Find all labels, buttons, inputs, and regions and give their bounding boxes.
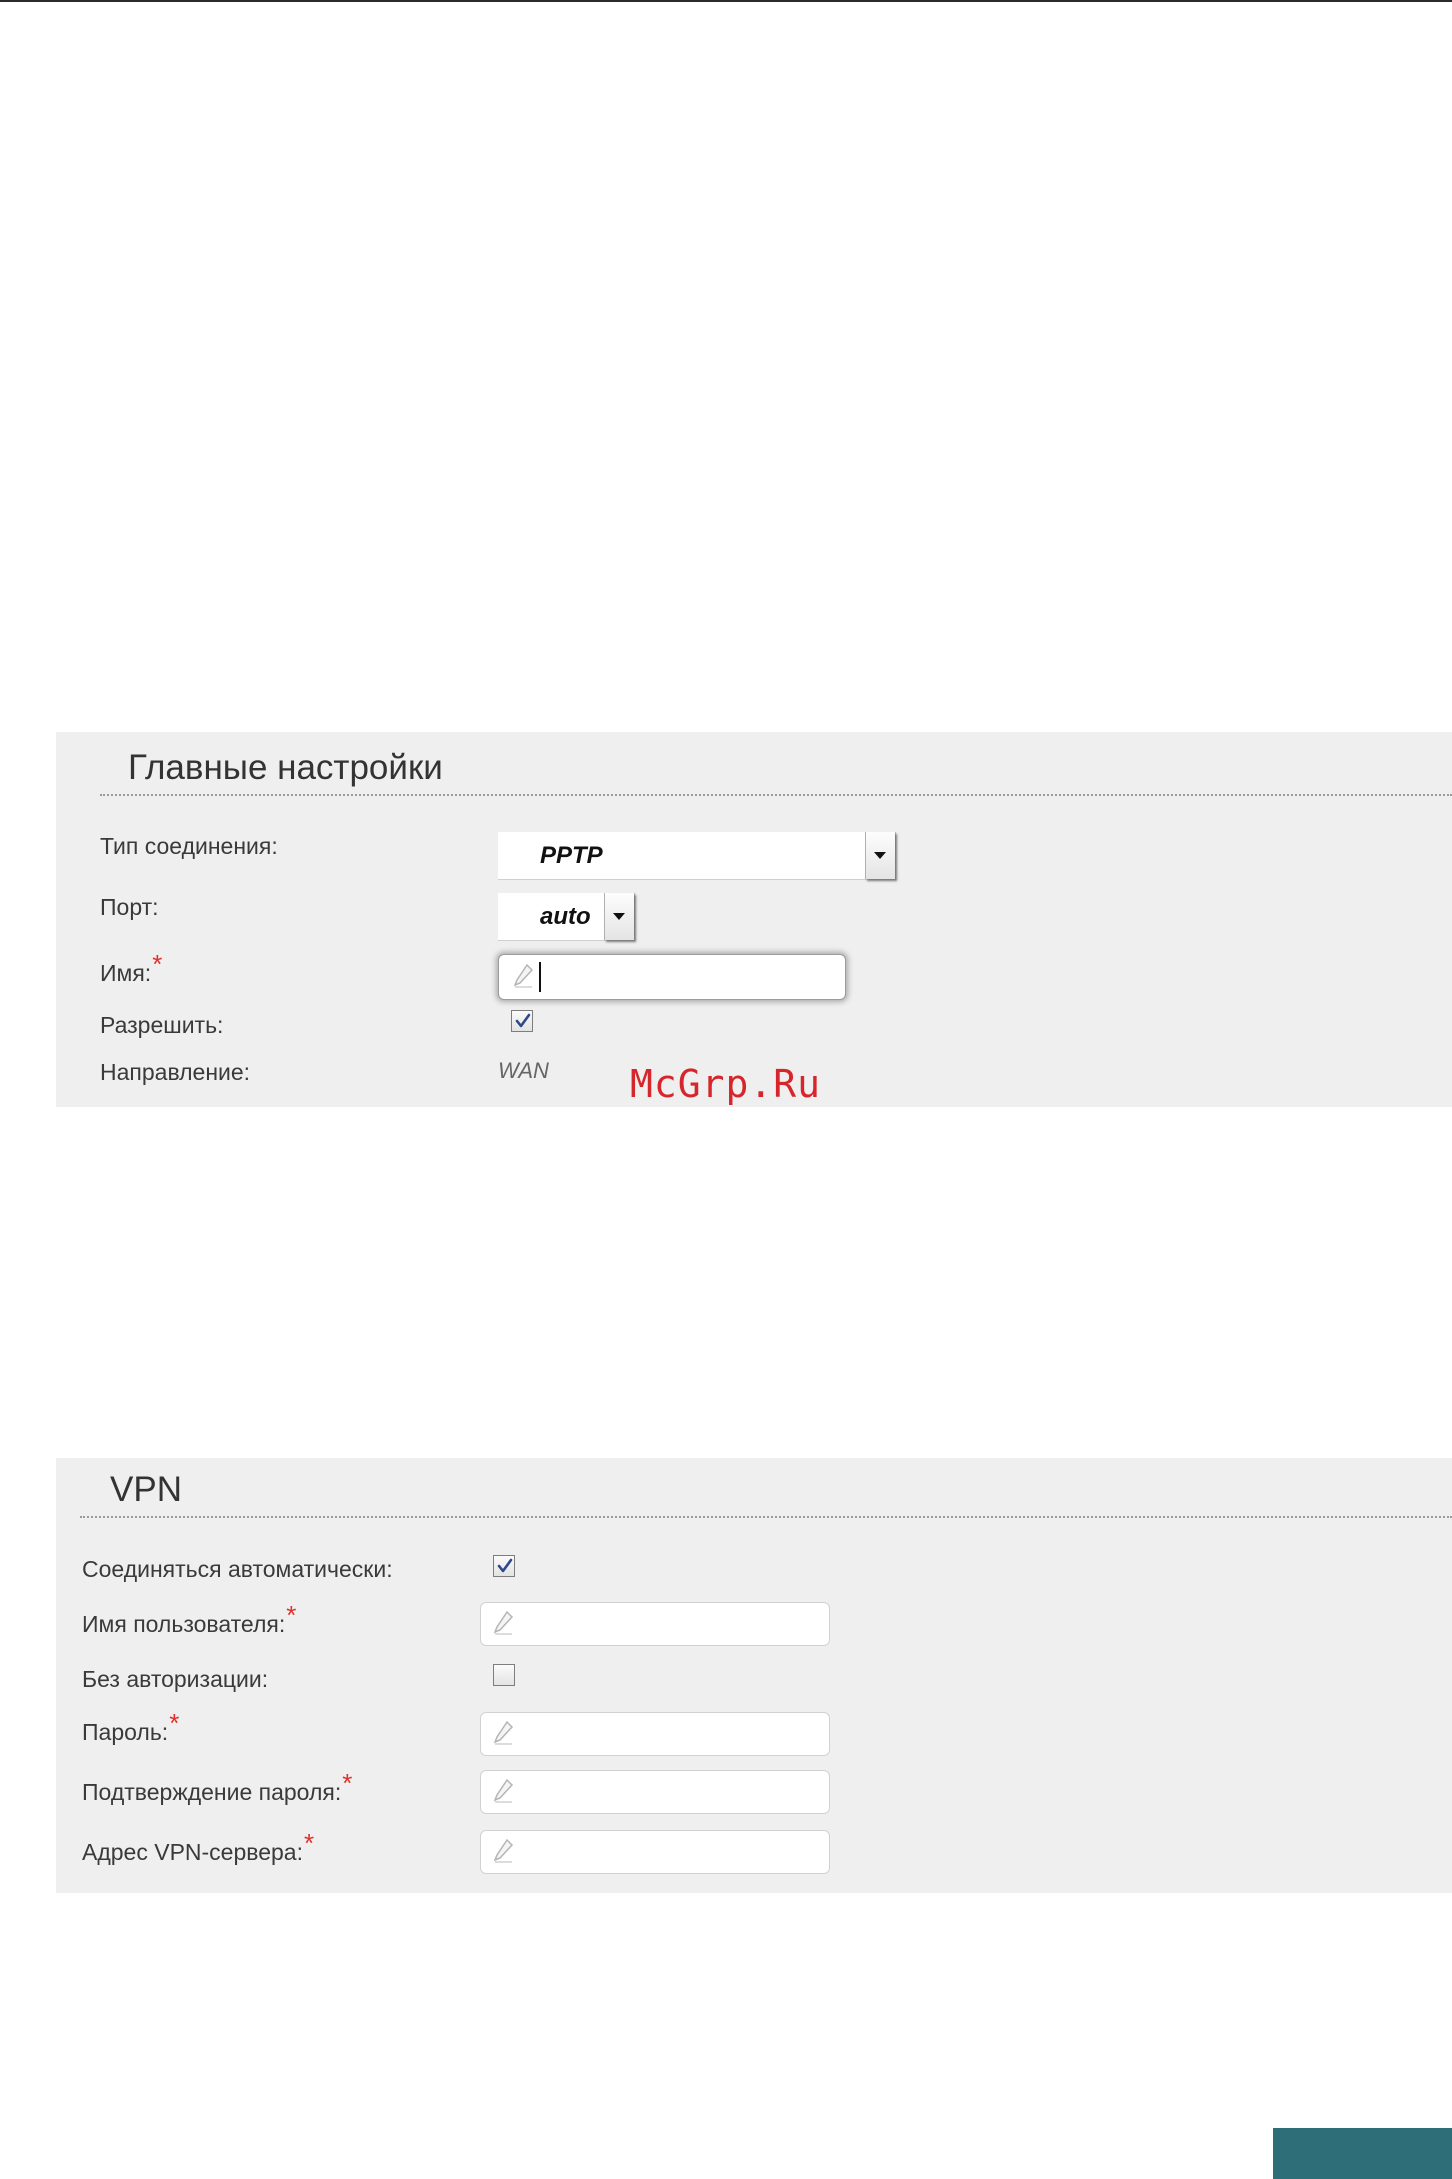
connection-type-dropdown-button[interactable] — [865, 832, 895, 879]
enable-label: Разрешить: — [100, 1012, 224, 1038]
password-confirm-label-text: Подтверждение пароля: — [82, 1779, 342, 1805]
main-settings-title: Главные настройки — [128, 748, 443, 787]
name-input[interactable] — [498, 954, 846, 1000]
checkmark-icon — [497, 1558, 513, 1573]
watermark-text: McGrp.Ru — [630, 1062, 822, 1106]
no-auth-checkbox[interactable] — [493, 1664, 515, 1686]
username-input[interactable] — [480, 1602, 830, 1646]
password-input[interactable] — [480, 1712, 830, 1756]
chevron-down-icon — [613, 913, 625, 920]
required-marker: * — [169, 1708, 180, 1738]
password-confirm-label: Подтверждение пароля:* — [82, 1768, 352, 1807]
server-address-label: Адрес VPN-сервера:* — [82, 1828, 314, 1867]
direction-label: Направление: — [100, 1059, 251, 1085]
section-divider — [80, 1516, 1452, 1518]
server-address-label-text: Адрес VPN-сервера: — [82, 1839, 303, 1865]
port-dropdown-button[interactable] — [604, 893, 634, 940]
password-label-text: Пароль: — [82, 1719, 169, 1745]
auto-connect-label: Соединяться автоматически: — [82, 1556, 393, 1582]
chevron-down-icon — [874, 852, 886, 859]
port-value: auto — [540, 903, 591, 930]
port-label: Порт: — [100, 894, 159, 920]
username-label: Имя пользователя:* — [82, 1600, 296, 1639]
username-label-text: Имя пользователя: — [82, 1611, 286, 1637]
section-divider — [100, 794, 1452, 796]
name-label: Имя:* — [100, 949, 162, 988]
port-select[interactable]: auto — [498, 893, 635, 941]
corner-accent-block — [1273, 2128, 1452, 2179]
connection-type-select[interactable]: PPTP — [498, 832, 896, 880]
required-marker: * — [304, 1828, 315, 1858]
no-auth-label: Без авторизации: — [82, 1666, 269, 1692]
required-marker: * — [342, 1768, 353, 1798]
direction-value: WAN — [498, 1058, 549, 1083]
server-address-input[interactable] — [480, 1830, 830, 1874]
connection-type-label: Тип соединения: — [100, 833, 278, 859]
name-label-text: Имя: — [100, 960, 152, 986]
top-rule — [0, 0, 1452, 2]
connection-type-value: PPTP — [540, 842, 603, 869]
enable-checkbox[interactable] — [511, 1010, 533, 1032]
password-label: Пароль:* — [82, 1708, 179, 1747]
text-cursor — [539, 962, 541, 992]
vpn-title: VPN — [110, 1470, 182, 1509]
required-marker: * — [286, 1600, 297, 1630]
checkmark-icon — [515, 1013, 531, 1028]
vpn-panel: VPN Соединяться автоматически: Имя польз… — [56, 1458, 1452, 1893]
password-confirm-input[interactable] — [480, 1770, 830, 1814]
required-marker: * — [152, 949, 163, 979]
main-settings-panel: Главные настройки Тип соединения: PPTP П… — [56, 732, 1452, 1107]
auto-connect-checkbox[interactable] — [493, 1555, 515, 1577]
